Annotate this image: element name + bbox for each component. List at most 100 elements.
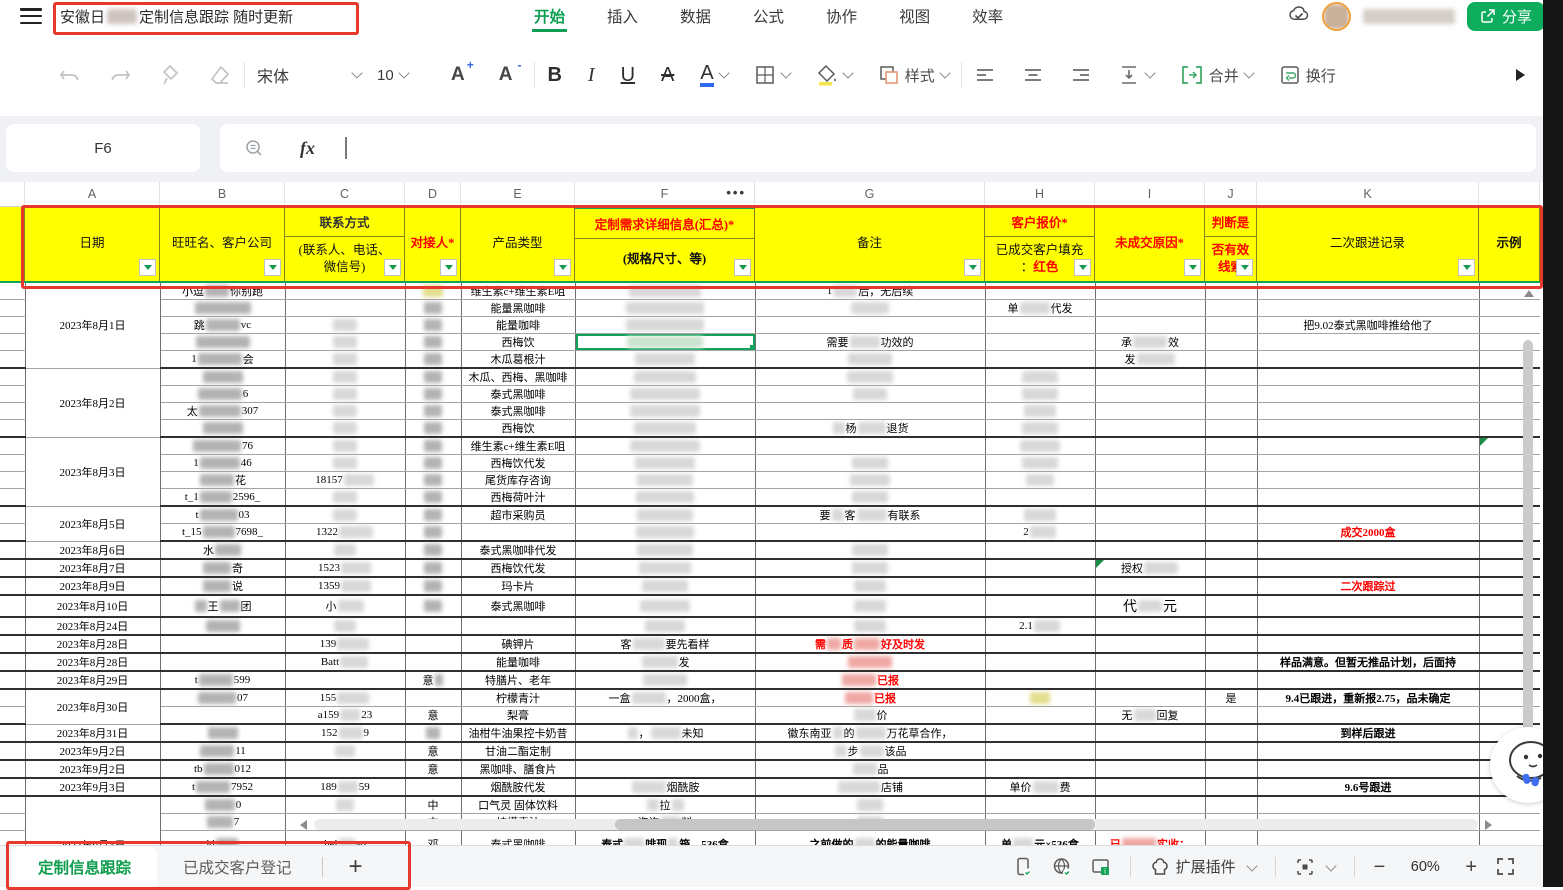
cell[interactable]	[405, 577, 461, 595]
cell[interactable]	[285, 403, 405, 420]
cell[interactable]	[755, 541, 985, 559]
cell[interactable]	[1095, 506, 1205, 524]
cell[interactable]	[575, 541, 755, 559]
cell[interactable]: 玛卡片	[461, 577, 575, 595]
cell[interactable]: t_12596_	[160, 489, 285, 507]
cell[interactable]	[160, 617, 285, 635]
align-right-button[interactable]	[1070, 64, 1092, 86]
chevron-down-icon[interactable]	[1144, 67, 1155, 78]
column-letter-H[interactable]: H	[985, 182, 1095, 206]
cell[interactable]	[985, 455, 1095, 472]
merge-cells-button[interactable]: 合并	[1180, 64, 1239, 86]
wrap-text-button[interactable]: 换行	[1279, 64, 1336, 86]
cell[interactable]: 西梅饮代发	[461, 455, 575, 472]
cell[interactable]	[405, 386, 461, 403]
cell[interactable]	[1205, 472, 1257, 489]
vertical-scroll-thumb[interactable]	[1523, 340, 1533, 740]
cell[interactable]	[1205, 724, 1257, 742]
cell[interactable]: 1后，无后续	[755, 283, 985, 300]
cell[interactable]	[285, 317, 405, 334]
vertical-align-button[interactable]	[1118, 64, 1140, 86]
cell[interactable]	[1095, 386, 1205, 403]
filter-button[interactable]	[964, 259, 981, 276]
cell[interactable]	[985, 334, 1095, 351]
cell[interactable]	[575, 617, 755, 635]
align-left-button[interactable]	[974, 64, 996, 86]
cell[interactable]	[1205, 455, 1257, 472]
chevron-down-icon[interactable]	[939, 67, 950, 78]
cell[interactable]: 需质好及时发	[755, 635, 985, 653]
menu-tab-效率[interactable]: 效率	[970, 0, 1005, 32]
cell[interactable]: 无回复	[1095, 707, 1205, 725]
cell[interactable]: a15923	[285, 707, 405, 725]
date-cell[interactable]: 2023年8月31日	[25, 724, 160, 742]
cell[interactable]	[1095, 455, 1205, 472]
cell[interactable]	[1205, 617, 1257, 635]
cell[interactable]	[1095, 300, 1205, 317]
menu-tab-插入[interactable]: 插入	[605, 0, 640, 32]
font-color-button[interactable]: A	[700, 64, 713, 87]
cell[interactable]	[160, 300, 285, 317]
cell[interactable]: 发	[1095, 351, 1205, 369]
filter-button[interactable]	[1184, 259, 1201, 276]
cell[interactable]	[1257, 796, 1479, 814]
cell[interactable]: 承效	[1095, 334, 1205, 351]
cell[interactable]	[405, 317, 461, 334]
cell[interactable]	[285, 796, 405, 814]
cell[interactable]	[755, 455, 985, 472]
chevron-down-icon[interactable]	[780, 67, 791, 78]
decrease-font-size-button[interactable]: A-	[499, 64, 513, 86]
cell[interactable]	[575, 351, 755, 369]
cell[interactable]	[1095, 778, 1205, 796]
column-letter-E[interactable]: E	[461, 182, 575, 206]
cell[interactable]	[285, 283, 405, 300]
cell[interactable]: 6	[160, 386, 285, 403]
cell[interactable]: 烟酰胺代发	[461, 778, 575, 796]
cell[interactable]	[1257, 742, 1479, 760]
cell[interactable]: 139	[285, 635, 405, 653]
date-cell[interactable]: 2023年9月2日	[25, 742, 160, 760]
locate-cell-button[interactable]	[1295, 857, 1335, 877]
cell[interactable]: 黑咖啡、膳食片	[461, 760, 575, 778]
date-cell[interactable]: 2023年9月2日	[25, 760, 160, 778]
cell[interactable]	[405, 368, 461, 386]
cell[interactable]	[1205, 541, 1257, 559]
cell[interactable]	[985, 368, 1095, 386]
cell[interactable]	[405, 689, 461, 707]
cell[interactable]: 西梅饮代发	[461, 559, 575, 577]
cell[interactable]: 拉	[575, 796, 755, 814]
toolbar-more-button[interactable]	[1507, 62, 1533, 88]
undo-icon[interactable]	[58, 63, 82, 87]
eraser-icon[interactable]	[208, 63, 232, 87]
cell[interactable]	[1257, 420, 1479, 438]
cell[interactable]	[575, 386, 755, 403]
cell[interactable]: 7	[160, 814, 285, 831]
cell[interactable]	[1257, 671, 1479, 689]
cell[interactable]	[285, 760, 405, 778]
cell[interactable]: 维生素c+维生素E咀	[461, 437, 575, 455]
cell[interactable]: 品	[755, 760, 985, 778]
cell[interactable]	[575, 559, 755, 577]
cell[interactable]: 意	[405, 671, 461, 689]
date-cell[interactable]: 2023年8月5日	[25, 506, 160, 541]
header-cell-B[interactable]: 旺旺名、客户公司	[160, 207, 285, 281]
cell[interactable]	[405, 300, 461, 317]
cell[interactable]	[1205, 420, 1257, 438]
cell[interactable]	[1095, 283, 1205, 300]
cell[interactable]: 意	[405, 742, 461, 760]
cell[interactable]	[985, 595, 1095, 617]
scroll-up-arrow[interactable]	[1524, 290, 1534, 297]
date-cell[interactable]: 2023年8月28日	[25, 635, 160, 653]
cell[interactable]	[1205, 403, 1257, 420]
cell[interactable]: 意	[405, 707, 461, 725]
header-cell-D[interactable]: 对接人*	[405, 207, 461, 281]
filter-button[interactable]	[1074, 259, 1091, 276]
cell[interactable]: 18959	[285, 778, 405, 796]
cell[interactable]: 梨膏	[461, 707, 575, 725]
cell[interactable]	[755, 559, 985, 577]
cell-reference-box[interactable]: F6	[6, 124, 200, 172]
cell[interactable]	[1095, 317, 1205, 334]
cell[interactable]	[285, 541, 405, 559]
cell[interactable]	[405, 635, 461, 653]
cell[interactable]	[985, 317, 1095, 334]
